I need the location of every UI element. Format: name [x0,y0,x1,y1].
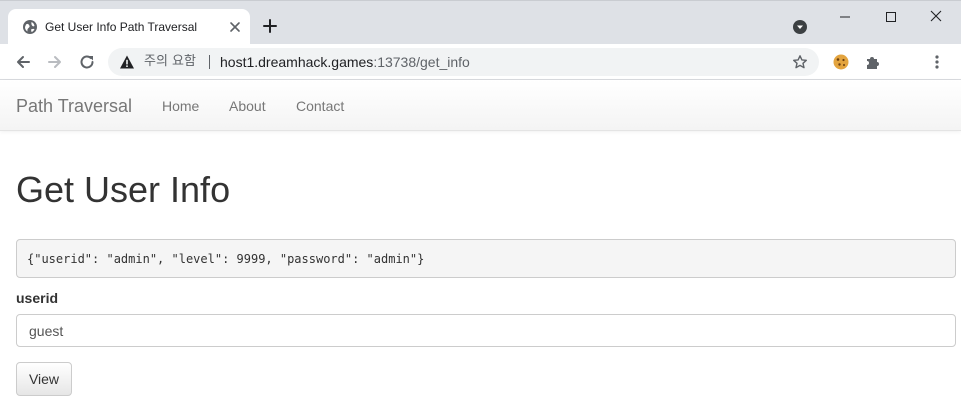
cookie-icon[interactable] [832,53,850,71]
back-arrow-icon[interactable] [14,53,32,71]
page-title: Get User Info [16,169,231,210]
nav-link-contact[interactable]: Contact [296,97,344,115]
tab-search-icon[interactable] [792,19,808,35]
kebab-menu-icon[interactable] [928,53,946,71]
address-path: :13738/get_info [373,54,470,70]
address-host: host1.dreamhack.games [220,54,374,70]
userid-input[interactable] [16,314,956,347]
forward-arrow-icon[interactable] [46,53,64,71]
userid-label: userid [16,290,59,306]
close-window-icon[interactable] [929,9,943,23]
browser-tab-strip: Get User Info Path Traversal [0,0,961,45]
reload-icon[interactable] [78,53,96,71]
nav-link-about[interactable]: About [229,97,266,115]
nav-link-home[interactable]: Home [162,97,199,115]
tab-title: Get User Info Path Traversal [45,20,198,34]
address-bar[interactable]: 주의 요함 host1.dreamhack.games:13738/get_in… [108,48,819,76]
navbar-brand[interactable]: Path Traversal [16,96,132,116]
maximize-window-icon[interactable] [884,10,898,24]
globe-icon [23,20,37,34]
security-status[interactable]: 주의 요함 [144,54,196,70]
address-url[interactable]: host1.dreamhack.games:13738/get_info [220,54,470,70]
close-tab-icon[interactable] [228,20,242,34]
site-navbar: Path Traversal Home About Contact [0,80,961,131]
warning-icon[interactable] [119,54,135,70]
star-icon[interactable] [792,54,808,70]
browser-tab[interactable]: Get User Info Path Traversal [8,9,250,45]
user-info-result: {"userid": "admin", "level": 9999, "pass… [16,239,956,278]
puzzle-icon[interactable] [864,53,882,71]
browser-toolbar: 주의 요함 host1.dreamhack.games:13738/get_in… [0,44,961,80]
view-button[interactable]: View [16,362,72,396]
plus-icon[interactable] [262,18,278,34]
user-info-json: {"userid": "admin", "level": 9999, "pass… [27,252,425,266]
minimize-window-icon[interactable] [838,10,852,24]
address-separator [209,55,210,69]
